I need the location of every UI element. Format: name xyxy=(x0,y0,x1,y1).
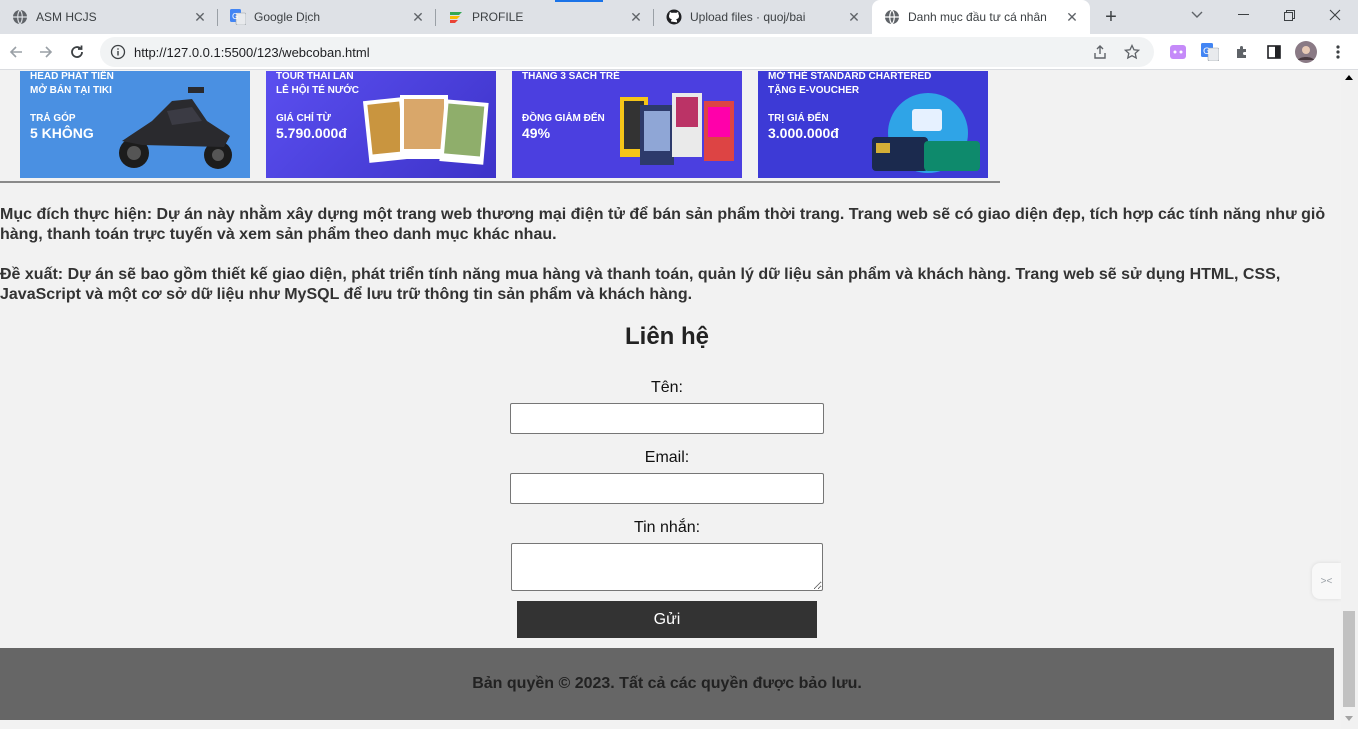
extension-cat-icon[interactable] xyxy=(1166,40,1190,64)
submit-button[interactable]: Gửi xyxy=(517,601,817,638)
side-panel-icon[interactable] xyxy=(1262,40,1286,64)
travel-photos-image xyxy=(362,95,489,165)
share-icon[interactable] xyxy=(1090,42,1110,62)
new-tab-button[interactable]: + xyxy=(1100,6,1122,28)
banner-line: TẶNG E-VOUCHER xyxy=(768,85,860,96)
banner-line: 49% xyxy=(522,125,551,141)
tab-search-icon[interactable] xyxy=(1174,0,1220,30)
bookmark-star-icon[interactable] xyxy=(1122,42,1142,62)
name-input[interactable] xyxy=(510,403,824,434)
tab-asm-hcjs[interactable]: ASM HCJS ✕ xyxy=(0,0,218,34)
banner-line: TOUR THÁI LAN xyxy=(276,71,354,82)
banner-line: 3.000.000đ xyxy=(768,125,839,141)
promo-banner[interactable]: THÁNG 3 SÁCH TRẺ ĐỒNG GIẢM ĐẾN 49% xyxy=(512,71,742,178)
banner-line: ĐỒNG GIẢM ĐẾN xyxy=(522,113,605,124)
svg-text:G: G xyxy=(232,12,238,21)
message-textarea[interactable] xyxy=(511,543,823,591)
proposal-paragraph: Đề xuất: Dự án sẽ bao gồm thiết kế giao … xyxy=(0,266,1281,303)
banner-line: MỞ BÁN TẠI TIKI xyxy=(30,85,112,96)
tab-profile[interactable]: PROFILE ✕ xyxy=(436,0,654,34)
books-image xyxy=(620,93,734,165)
contact-heading: Liên hệ xyxy=(624,323,709,350)
credit-card-image xyxy=(872,93,980,173)
page-scrollbar[interactable] xyxy=(1341,71,1358,729)
name-label: Tên: xyxy=(650,379,683,396)
browser-toolbar: http://127.0.0.1:5500/123/webcoban.html … xyxy=(0,34,1358,70)
profile-app-icon xyxy=(448,9,464,25)
back-icon[interactable] xyxy=(2,38,30,66)
motorbike-image xyxy=(119,87,232,169)
profile-avatar[interactable] xyxy=(1294,40,1318,64)
forward-icon[interactable] xyxy=(32,38,60,66)
github-icon xyxy=(666,9,682,25)
tab-title: Google Dịch xyxy=(254,10,321,24)
email-label: Email: xyxy=(644,449,690,466)
close-tab-icon[interactable]: ✕ xyxy=(846,9,862,25)
tab-google-dich[interactable]: G Google Dịch ✕ xyxy=(218,0,436,34)
promo-banner[interactable]: TOUR THÁI LAN LỄ HỘI TÉ NƯỚC GIÁ CHỈ TỪ … xyxy=(266,71,496,178)
banner-line: GIÁ CHỈ TỪ xyxy=(276,113,331,124)
address-bar[interactable]: http://127.0.0.1:5500/123/webcoban.html xyxy=(100,37,1154,67)
scroll-up-arrow-icon[interactable] xyxy=(1345,75,1353,80)
google-translate-extension-icon[interactable]: G xyxy=(1198,40,1222,64)
banner-line: MỞ THẺ STANDARD CHARTERED xyxy=(768,71,932,82)
globe-icon xyxy=(884,9,900,25)
browser-menu-icon[interactable] xyxy=(1326,40,1350,64)
tab-title: ASM HCJS xyxy=(36,10,97,24)
svg-text:G: G xyxy=(1203,47,1210,57)
reload-icon[interactable] xyxy=(63,38,91,66)
banner-line: 5.790.000đ xyxy=(276,125,347,141)
banner-line: TRỊ GIÁ ĐẾN xyxy=(768,113,829,124)
url-text[interactable]: http://127.0.0.1:5500/123/webcoban.html xyxy=(134,45,1090,60)
close-window-icon[interactable] xyxy=(1312,0,1358,30)
tab-title: Danh mục đầu tư cá nhân xyxy=(908,10,1047,24)
google-translate-icon: G xyxy=(230,9,246,25)
tab-upload-files[interactable]: Upload files · quoj/bai ✕ xyxy=(654,0,872,34)
tab-strip: ASM HCJS ✕ G Google Dịch ✕ PROFILE ✕ Upl… xyxy=(0,0,1358,34)
close-tab-icon[interactable]: ✕ xyxy=(410,9,426,25)
close-tab-icon[interactable]: ✕ xyxy=(192,9,208,25)
banner-line: LỄ HỘI TÉ NƯỚC xyxy=(276,85,359,96)
globe-icon xyxy=(12,9,28,25)
banner-line: THÁNG 3 SÁCH TRẺ xyxy=(522,71,620,82)
purpose-paragraph: Mục đích thực hiện: Dự án này nhằm xây d… xyxy=(0,206,1326,243)
promo-banner[interactable]: MỞ THẺ STANDARD CHARTERED TẶNG E-VOUCHER… xyxy=(758,71,988,178)
promo-banner-row: HEAD PHÁT TIẾN MỞ BÁN TẠI TIKI TRẢ GÓP 5… xyxy=(0,71,1000,181)
tab-title: PROFILE xyxy=(472,10,524,24)
site-info-icon[interactable] xyxy=(110,44,126,60)
section-divider xyxy=(0,181,1000,183)
page-viewport: HEAD PHÁT TIẾN MỞ BÁN TẠI TIKI TRẢ GÓP 5… xyxy=(0,71,1341,729)
banner-line: TRẢ GÓP xyxy=(30,113,76,124)
page-footer: Bản quyền © 2023. Tất cả các quyền được … xyxy=(0,648,1334,720)
restore-icon[interactable] xyxy=(1266,0,1312,30)
minimize-icon[interactable] xyxy=(1220,0,1266,30)
message-label: Tin nhắn: xyxy=(633,519,701,536)
tab-title: Upload files · quoj/bai xyxy=(690,10,806,24)
banner-line: 5 KHÔNG xyxy=(30,125,94,141)
banner-line: HEAD PHÁT TIẾN xyxy=(30,71,114,82)
close-tab-icon[interactable]: ✕ xyxy=(628,9,644,25)
scroll-down-arrow-icon[interactable] xyxy=(1345,716,1353,721)
side-widget-collapse-icon[interactable]: >< xyxy=(1312,563,1341,599)
promo-banner[interactable]: HEAD PHÁT TIẾN MỞ BÁN TẠI TIKI TRẢ GÓP 5… xyxy=(20,71,250,178)
extensions-area: G xyxy=(1166,40,1358,64)
scrollbar-thumb[interactable] xyxy=(1343,611,1355,707)
extensions-puzzle-icon[interactable] xyxy=(1230,40,1254,64)
tab-danh-muc[interactable]: Danh mục đầu tư cá nhân ✕ xyxy=(872,0,1090,34)
close-tab-icon[interactable]: ✕ xyxy=(1064,9,1080,25)
email-input[interactable] xyxy=(510,473,824,504)
copyright-text: Bản quyền © 2023. Tất cả các quyền được … xyxy=(472,675,862,692)
